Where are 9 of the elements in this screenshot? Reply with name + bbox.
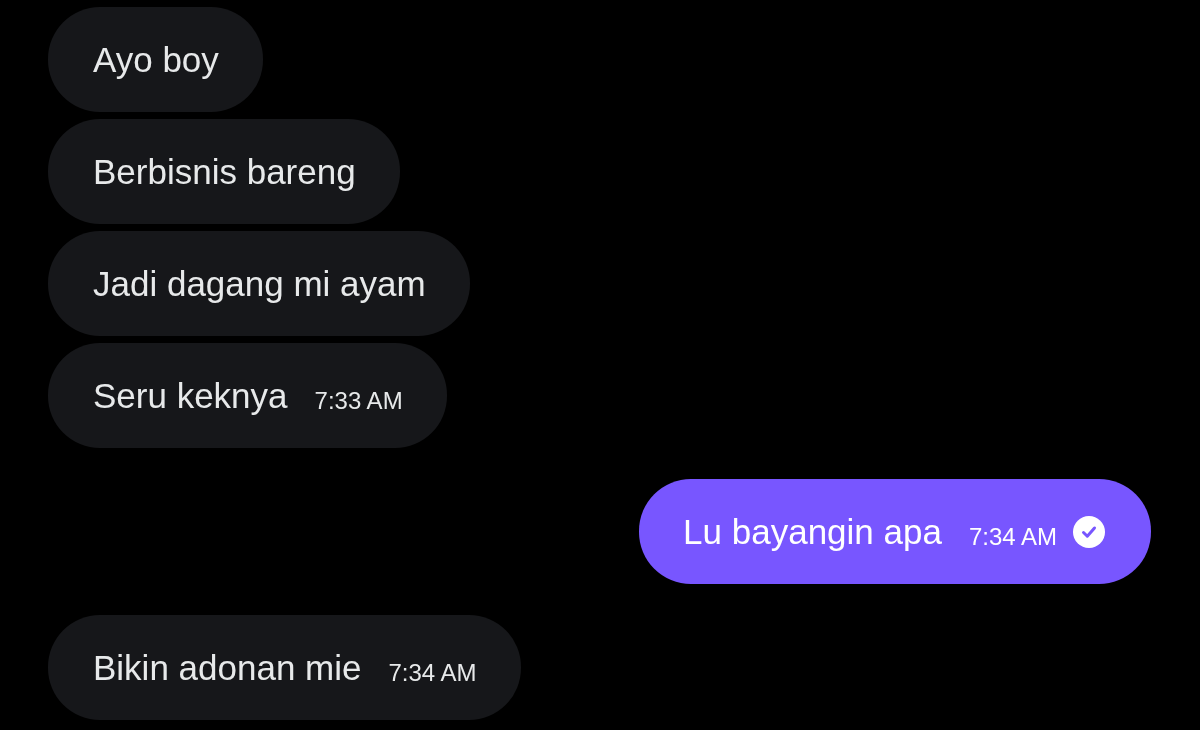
- message-text: Jadi dagang mi ayam: [93, 262, 426, 305]
- message-time: 7:33 AM: [314, 386, 403, 415]
- message-time: 7:34 AM: [388, 658, 477, 687]
- message-text: Berbisnis bareng: [93, 150, 356, 193]
- message-text: Ayo boy: [93, 38, 219, 81]
- message-text: Seru keknya: [93, 374, 288, 417]
- message-text: Lu bayangin apa: [683, 510, 942, 553]
- message-text: Bikin adonan mie: [93, 646, 362, 689]
- message-time: 7:34 AM: [968, 522, 1057, 551]
